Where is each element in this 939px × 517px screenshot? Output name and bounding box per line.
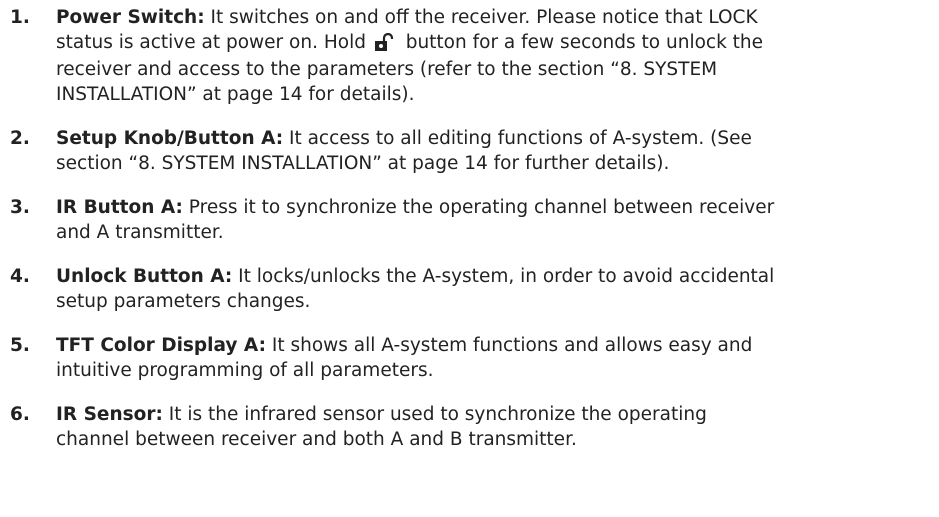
- list-item: 1. Power Switch: It switches on and off …: [0, 6, 939, 107]
- item-term: TFT Color Display A:: [56, 335, 266, 356]
- item-number: 5.: [10, 335, 30, 356]
- item-number: 6.: [10, 404, 30, 425]
- document-body: 1. Power Switch: It switches on and off …: [0, 0, 939, 517]
- item-term: IR Button A:: [56, 197, 183, 218]
- item-number: 2.: [10, 128, 30, 149]
- item-number: 4.: [10, 266, 30, 287]
- item-number: 1.: [10, 7, 30, 28]
- list-item: 3. IR Button A: Press it to synchronize …: [0, 196, 939, 245]
- list-item: 4. Unlock Button A: It locks/unlocks the…: [0, 265, 939, 314]
- item-term: IR Sensor:: [56, 404, 163, 425]
- list-item: 5. TFT Color Display A: It shows all A-s…: [0, 334, 939, 383]
- item-term: Setup Knob/Button A:: [56, 128, 284, 149]
- item-number: 3.: [10, 197, 30, 218]
- item-term: Unlock Button A:: [56, 266, 233, 287]
- unlock-icon: [374, 32, 398, 59]
- item-term: Power Switch:: [56, 7, 205, 28]
- list-item: 6. IR Sensor: It is the infrared sensor …: [0, 403, 939, 452]
- list-item: 2. Setup Knob/Button A: It access to all…: [0, 127, 939, 176]
